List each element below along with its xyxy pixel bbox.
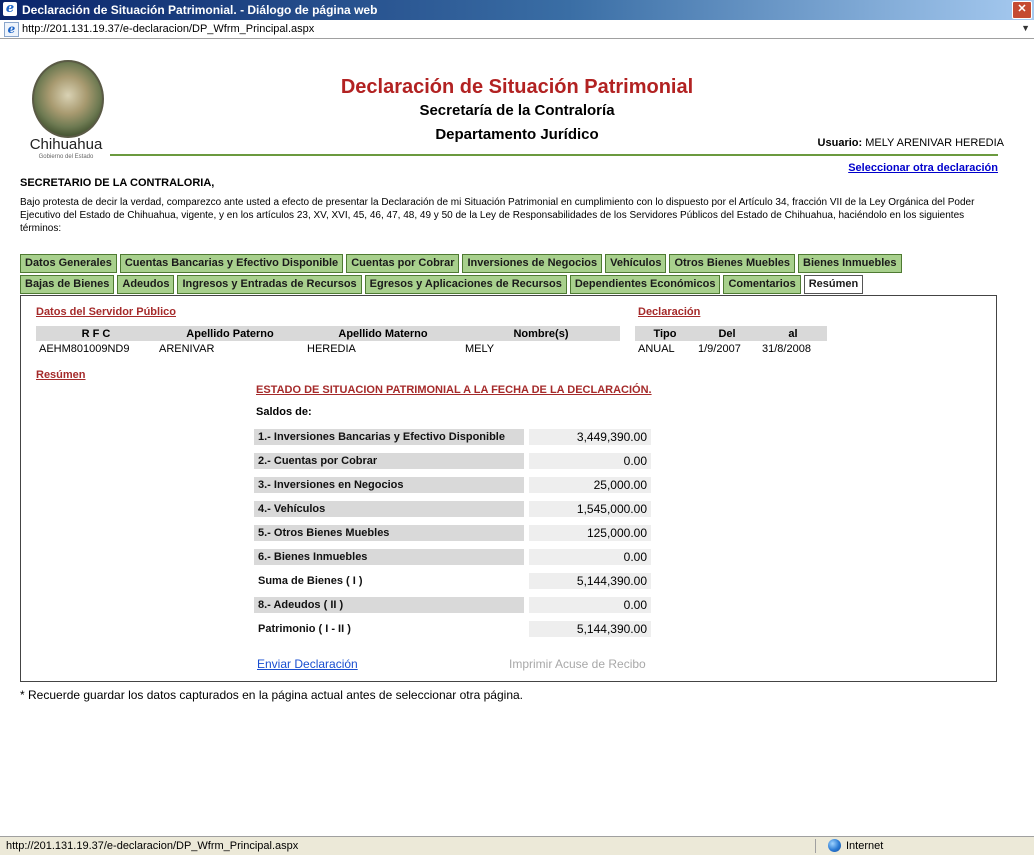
summary-row-value: 125,000.00 bbox=[529, 525, 651, 541]
page-title: Declaración de Situación Patrimonial bbox=[340, 76, 694, 98]
close-icon[interactable]: ✕ bbox=[1012, 1, 1032, 19]
tab-egresos[interactable]: Egresos y Aplicaciones de Recursos bbox=[364, 275, 567, 294]
summary-row: 2.- Cuentas por Cobrar 0.00 bbox=[254, 453, 654, 469]
header-del: Del bbox=[695, 326, 759, 341]
page-subtitle-1: Secretaría de la Contraloría bbox=[419, 102, 615, 119]
tab-resumen[interactable]: Resúmen bbox=[803, 275, 864, 294]
tab-otros-bienes-muebles[interactable]: Otros Bienes Muebles bbox=[669, 254, 795, 273]
servidor-table: R F C Apellido Paterno Apellido Materno … bbox=[36, 326, 620, 356]
value-nombres: MELY bbox=[465, 342, 495, 355]
select-other-declaration-link[interactable]: Seleccionar otra declaración bbox=[848, 162, 998, 174]
summary-row-label: 6.- Bienes Inmuebles bbox=[254, 549, 524, 565]
status-bar: http://201.131.19.37/e-declaracion/DP_Wf… bbox=[0, 836, 1034, 855]
summary-row-value: 0.00 bbox=[529, 549, 651, 565]
value-rfc: AEHM801009ND9 bbox=[39, 342, 130, 355]
summary-title: ESTADO DE SITUACION PATRIMONIAL A LA FEC… bbox=[256, 384, 652, 396]
header-rfc: R F C bbox=[36, 326, 156, 341]
servidor-section-label[interactable]: Datos del Servidor Público bbox=[36, 306, 176, 318]
summary-row-value: 1,545,000.00 bbox=[529, 501, 651, 517]
user-info: Usuario: MELY ARENIVAR HEREDIA bbox=[818, 137, 1004, 149]
declaracion-section-label[interactable]: Declaración bbox=[638, 306, 700, 318]
summary-row-value: 0.00 bbox=[529, 597, 651, 613]
summary-row: 3.- Inversiones en Negocios 25,000.00 bbox=[254, 477, 654, 493]
tab-cuentas-por-cobrar[interactable]: Cuentas por Cobrar bbox=[346, 254, 460, 273]
tab-bajas-de-bienes[interactable]: Bajas de Bienes bbox=[20, 275, 115, 294]
summary-row: 8.- Adeudos ( II ) 0.00 bbox=[254, 597, 654, 613]
summary-row-label: 2.- Cuentas por Cobrar bbox=[254, 453, 524, 469]
summary-row-value: 5,144,390.00 bbox=[529, 573, 651, 589]
status-url: http://201.131.19.37/e-declaracion/DP_Wf… bbox=[6, 840, 299, 852]
tab-cuentas-bancarias[interactable]: Cuentas Bancarias y Efectivo Disponible bbox=[119, 254, 344, 273]
header-tipo: Tipo bbox=[635, 326, 695, 341]
tab-bienes-inmuebles[interactable]: Bienes Inmuebles bbox=[798, 254, 902, 273]
tab-dependientes[interactable]: Dependientes Económicos bbox=[569, 275, 721, 294]
value-tipo: ANUAL bbox=[638, 342, 675, 355]
declaracion-table: Tipo Del al ANUAL 1/9/2007 31/8/2008 bbox=[635, 326, 827, 356]
value-apellido-paterno: ARENIVAR bbox=[159, 342, 215, 355]
save-reminder-note: * Recuerde guardar los datos capturados … bbox=[20, 688, 523, 702]
tab-inversiones-negocios[interactable]: Inversiones de Negocios bbox=[462, 254, 603, 273]
summary-total-row: Patrimonio ( I - II ) 5,144,390.00 bbox=[254, 621, 654, 637]
summary-row-value: 0.00 bbox=[529, 453, 651, 469]
header-nombres: Nombre(s) bbox=[462, 326, 620, 341]
ie-icon: e bbox=[3, 2, 17, 16]
protest-heading: SECRETARIO DE LA CONTRALORIA, bbox=[20, 177, 215, 189]
resumen-section-label[interactable]: Resúmen bbox=[36, 369, 86, 381]
header-al: al bbox=[759, 326, 827, 341]
summary-row-label: 4.- Vehículos bbox=[254, 501, 524, 517]
globe-icon bbox=[828, 839, 841, 852]
tab-ingresos[interactable]: Ingresos y Entradas de Recursos bbox=[177, 275, 362, 294]
send-declaration-link[interactable]: Enviar Declaración bbox=[257, 657, 358, 671]
protest-text: Bajo protesta de decir la verdad, compar… bbox=[20, 197, 975, 234]
summary-row-value: 3,449,390.00 bbox=[529, 429, 651, 445]
summary-row: 5.- Otros Bienes Muebles 125,000.00 bbox=[254, 525, 654, 541]
summary-row-label: Patrimonio ( I - II ) bbox=[258, 623, 351, 635]
address-url[interactable]: http://201.131.19.37/e-declaracion/DP_Wf… bbox=[22, 23, 314, 35]
tab-adeudos[interactable]: Adeudos bbox=[117, 275, 175, 294]
security-zone: Internet bbox=[846, 840, 884, 852]
value-apellido-materno: HEREDIA bbox=[307, 342, 356, 355]
summary-total-row: Suma de Bienes ( I ) 5,144,390.00 bbox=[254, 573, 654, 589]
saldos-label: Saldos de: bbox=[256, 406, 312, 418]
address-bar: e http://201.131.19.37/e-declaracion/DP_… bbox=[0, 20, 1034, 39]
tab-datos-generales[interactable]: Datos Generales bbox=[20, 254, 117, 273]
value-del: 1/9/2007 bbox=[698, 342, 741, 355]
print-receipt-link: Imprimir Acuse de Recibo bbox=[509, 657, 646, 671]
window-title: Declaración de Situación Patrimonial. - … bbox=[22, 3, 378, 17]
header-apellido-paterno: Apellido Paterno bbox=[156, 326, 304, 341]
header-divider bbox=[110, 154, 998, 156]
chevron-down-icon[interactable]: ▼ bbox=[1021, 23, 1030, 33]
page-icon: e bbox=[4, 22, 19, 37]
summary-row-label: 5.- Otros Bienes Muebles bbox=[254, 525, 524, 541]
tab-comentarios[interactable]: Comentarios bbox=[723, 275, 801, 294]
value-al: 31/8/2008 bbox=[762, 342, 811, 355]
summary-row-label: 8.- Adeudos ( II ) bbox=[254, 597, 524, 613]
summary-row: 6.- Bienes Inmuebles 0.00 bbox=[254, 549, 654, 565]
summary-row-value: 5,144,390.00 bbox=[529, 621, 651, 637]
tab-row-1: Datos Generales Cuentas Bancarias y Efec… bbox=[20, 254, 902, 273]
tab-row-2: Bajas de Bienes Adeudos Ingresos y Entra… bbox=[20, 275, 864, 294]
summary-row-label: Suma de Bienes ( I ) bbox=[258, 575, 363, 587]
header-apellido-materno: Apellido Materno bbox=[304, 326, 462, 341]
logo-subtext: Gobierno del Estado bbox=[38, 154, 94, 160]
summary-panel: Datos del Servidor Público R F C Apellid… bbox=[20, 295, 997, 682]
summary-row: 1.- Inversiones Bancarias y Efectivo Dis… bbox=[254, 429, 654, 445]
status-divider bbox=[815, 839, 816, 853]
summary-row-value: 25,000.00 bbox=[529, 477, 651, 493]
summary-row-label: 3.- Inversiones en Negocios bbox=[254, 477, 524, 493]
user-name: MELY ARENIVAR HEREDIA bbox=[865, 137, 1004, 149]
summary-row: 4.- Vehículos 1,545,000.00 bbox=[254, 501, 654, 517]
user-label: Usuario: bbox=[817, 137, 863, 149]
tab-vehiculos[interactable]: Vehículos bbox=[605, 254, 667, 273]
window-title-bar: e Declaración de Situación Patrimonial. … bbox=[0, 0, 1034, 20]
summary-row-label: 1.- Inversiones Bancarias y Efectivo Dis… bbox=[254, 429, 524, 445]
